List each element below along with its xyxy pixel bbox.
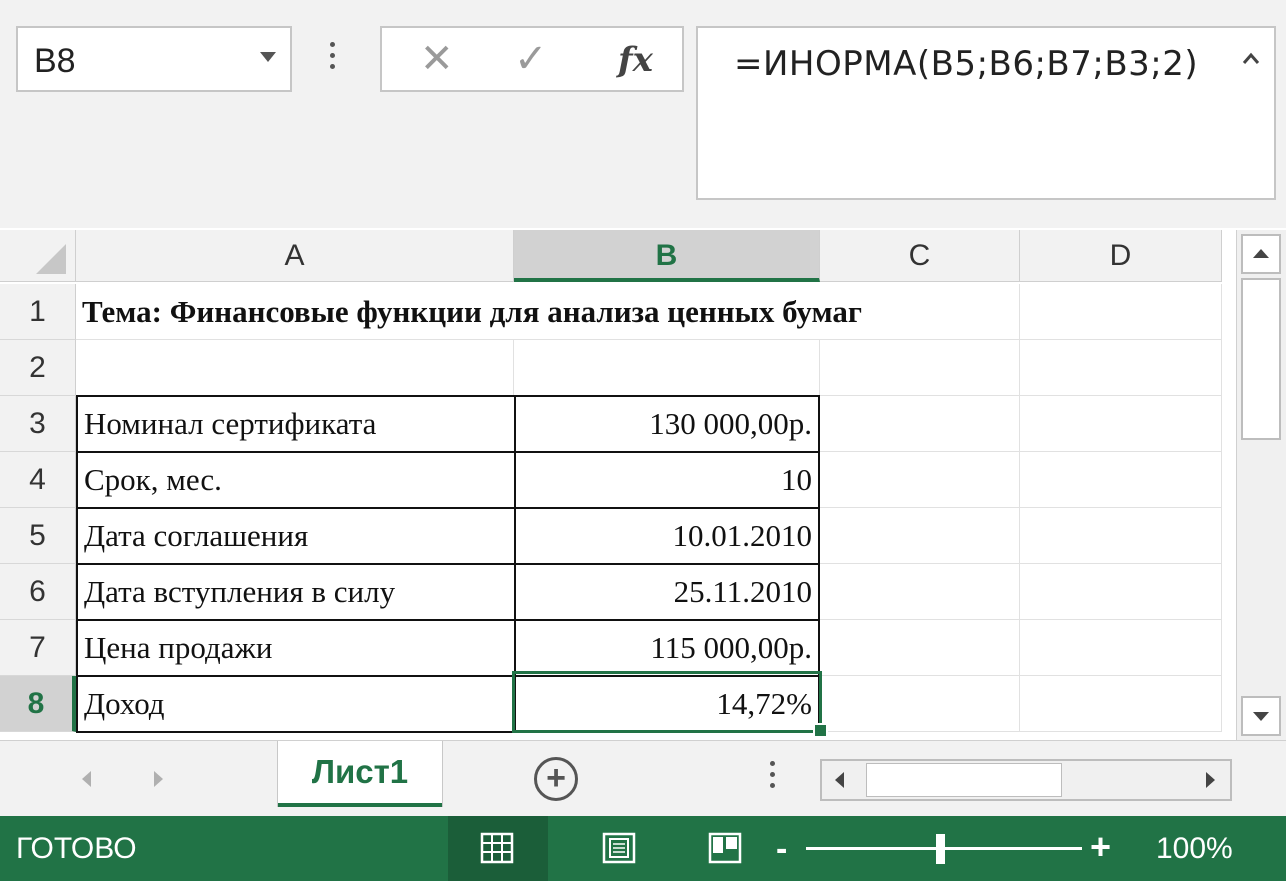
cell-a8[interactable]: Доход: [76, 675, 516, 733]
cell-d3[interactable]: [1020, 396, 1222, 452]
cell-c1[interactable]: [820, 284, 1020, 340]
row-header-1[interactable]: 1: [0, 284, 76, 340]
cell-b2[interactable]: [514, 340, 820, 396]
formula-text: =ИНОРМА(B5;B6;B7;B3;2): [734, 44, 1199, 84]
column-header-a[interactable]: A: [76, 230, 514, 282]
cell-d2[interactable]: [1020, 340, 1222, 396]
cell-b1[interactable]: [514, 284, 820, 340]
tab-split-grip-icon[interactable]: [770, 761, 775, 794]
formula-bar-grip-icon[interactable]: [330, 42, 336, 72]
cell-a4[interactable]: Срок, мес.: [76, 451, 516, 509]
cell-d6[interactable]: [1020, 564, 1222, 620]
cell-c8[interactable]: [820, 676, 1020, 732]
row-header-8[interactable]: 8: [0, 676, 76, 732]
cell-b7[interactable]: 115 000,00р.: [514, 619, 820, 677]
cell-c2[interactable]: [820, 340, 1020, 396]
cell-c6[interactable]: [820, 564, 1020, 620]
status-bar: ГОТОВО - + 100%: [0, 816, 1286, 881]
normal-view-button[interactable]: [448, 816, 548, 881]
zoom-slider-thumb[interactable]: [936, 834, 945, 864]
cell-b6[interactable]: 25.11.2010: [514, 563, 820, 621]
fill-handle[interactable]: [813, 723, 828, 738]
page-break-view-button[interactable]: [676, 816, 776, 881]
cell-a6[interactable]: Дата вступления в силу: [76, 563, 516, 621]
name-box-dropdown-icon[interactable]: [260, 52, 276, 62]
row-header-2[interactable]: 2: [0, 340, 76, 396]
page-layout-view-icon: [602, 832, 636, 864]
zoom-in-button[interactable]: +: [1090, 826, 1111, 868]
sheet-tab-list1[interactable]: Лист1: [278, 741, 442, 807]
scroll-down-icon[interactable]: [1241, 696, 1281, 736]
cell-a5[interactable]: Дата соглашения: [76, 507, 516, 565]
formula-bar-buttons: ✕ ✓ fx: [380, 26, 684, 92]
page-layout-view-button[interactable]: [570, 816, 670, 881]
cell-c3[interactable]: [820, 396, 1020, 452]
cell-c7[interactable]: [820, 620, 1020, 676]
cell-d4[interactable]: [1020, 452, 1222, 508]
horizontal-scroll-thumb[interactable]: [866, 763, 1062, 797]
cell-a2[interactable]: [76, 340, 514, 396]
cell-d5[interactable]: [1020, 508, 1222, 564]
cell-c5[interactable]: [820, 508, 1020, 564]
row-header-3[interactable]: 3: [0, 396, 76, 452]
sheet-prev-icon[interactable]: [82, 771, 91, 787]
scroll-right-icon[interactable]: [1196, 767, 1224, 793]
name-box-value: B8: [34, 42, 76, 80]
cell-a3[interactable]: Номинал сертификата: [76, 395, 516, 453]
zoom-level[interactable]: 100%: [1156, 832, 1233, 866]
normal-view-icon: [480, 832, 514, 864]
select-all-icon: [36, 244, 66, 274]
cancel-icon[interactable]: ✕: [420, 36, 454, 82]
sheet-next-icon[interactable]: [154, 771, 163, 787]
row-header-5[interactable]: 5: [0, 508, 76, 564]
cell-b8[interactable]: 14,72%: [514, 675, 820, 733]
cell-d8[interactable]: [1020, 676, 1222, 732]
column-header-d[interactable]: D: [1020, 230, 1222, 282]
row-header-7[interactable]: 7: [0, 620, 76, 676]
vertical-scrollbar[interactable]: [1236, 230, 1286, 740]
cell-b5[interactable]: 10.01.2010: [514, 507, 820, 565]
add-sheet-icon[interactable]: +: [534, 757, 578, 801]
cell-d1[interactable]: [1020, 284, 1222, 340]
zoom-out-button[interactable]: -: [776, 830, 787, 869]
cell-b3[interactable]: 130 000,00р.: [514, 395, 820, 453]
insert-function-icon[interactable]: fx: [618, 40, 653, 80]
column-header-c[interactable]: C: [820, 230, 1020, 282]
cell-c4[interactable]: [820, 452, 1020, 508]
cell-d7[interactable]: [1020, 620, 1222, 676]
row-header-4[interactable]: 4: [0, 452, 76, 508]
status-text: ГОТОВО: [16, 832, 137, 865]
page-break-view-icon: [708, 832, 742, 864]
scroll-left-icon[interactable]: [826, 767, 854, 793]
sheet-tab-label: Лист1: [311, 753, 409, 790]
select-all-button[interactable]: [0, 230, 76, 282]
enter-icon[interactable]: ✓: [514, 36, 548, 82]
vertical-scroll-thumb[interactable]: [1241, 278, 1281, 440]
name-box[interactable]: B8: [16, 26, 292, 92]
formula-input[interactable]: =ИНОРМА(B5;B6;B7;B3;2): [696, 26, 1276, 200]
collapse-formula-bar-icon[interactable]: [1242, 50, 1260, 68]
column-header-b[interactable]: B: [514, 230, 820, 282]
cell-b4[interactable]: 10: [514, 451, 820, 509]
horizontal-scrollbar[interactable]: [820, 759, 1232, 801]
row-header-6[interactable]: 6: [0, 564, 76, 620]
sheet-tab-bar: Лист1 +: [0, 740, 1286, 816]
scroll-up-icon[interactable]: [1241, 234, 1281, 274]
cell-a7[interactable]: Цена продажи: [76, 619, 516, 677]
cell-a1[interactable]: Тема: Финансовые функции для анализа цен…: [76, 284, 862, 340]
